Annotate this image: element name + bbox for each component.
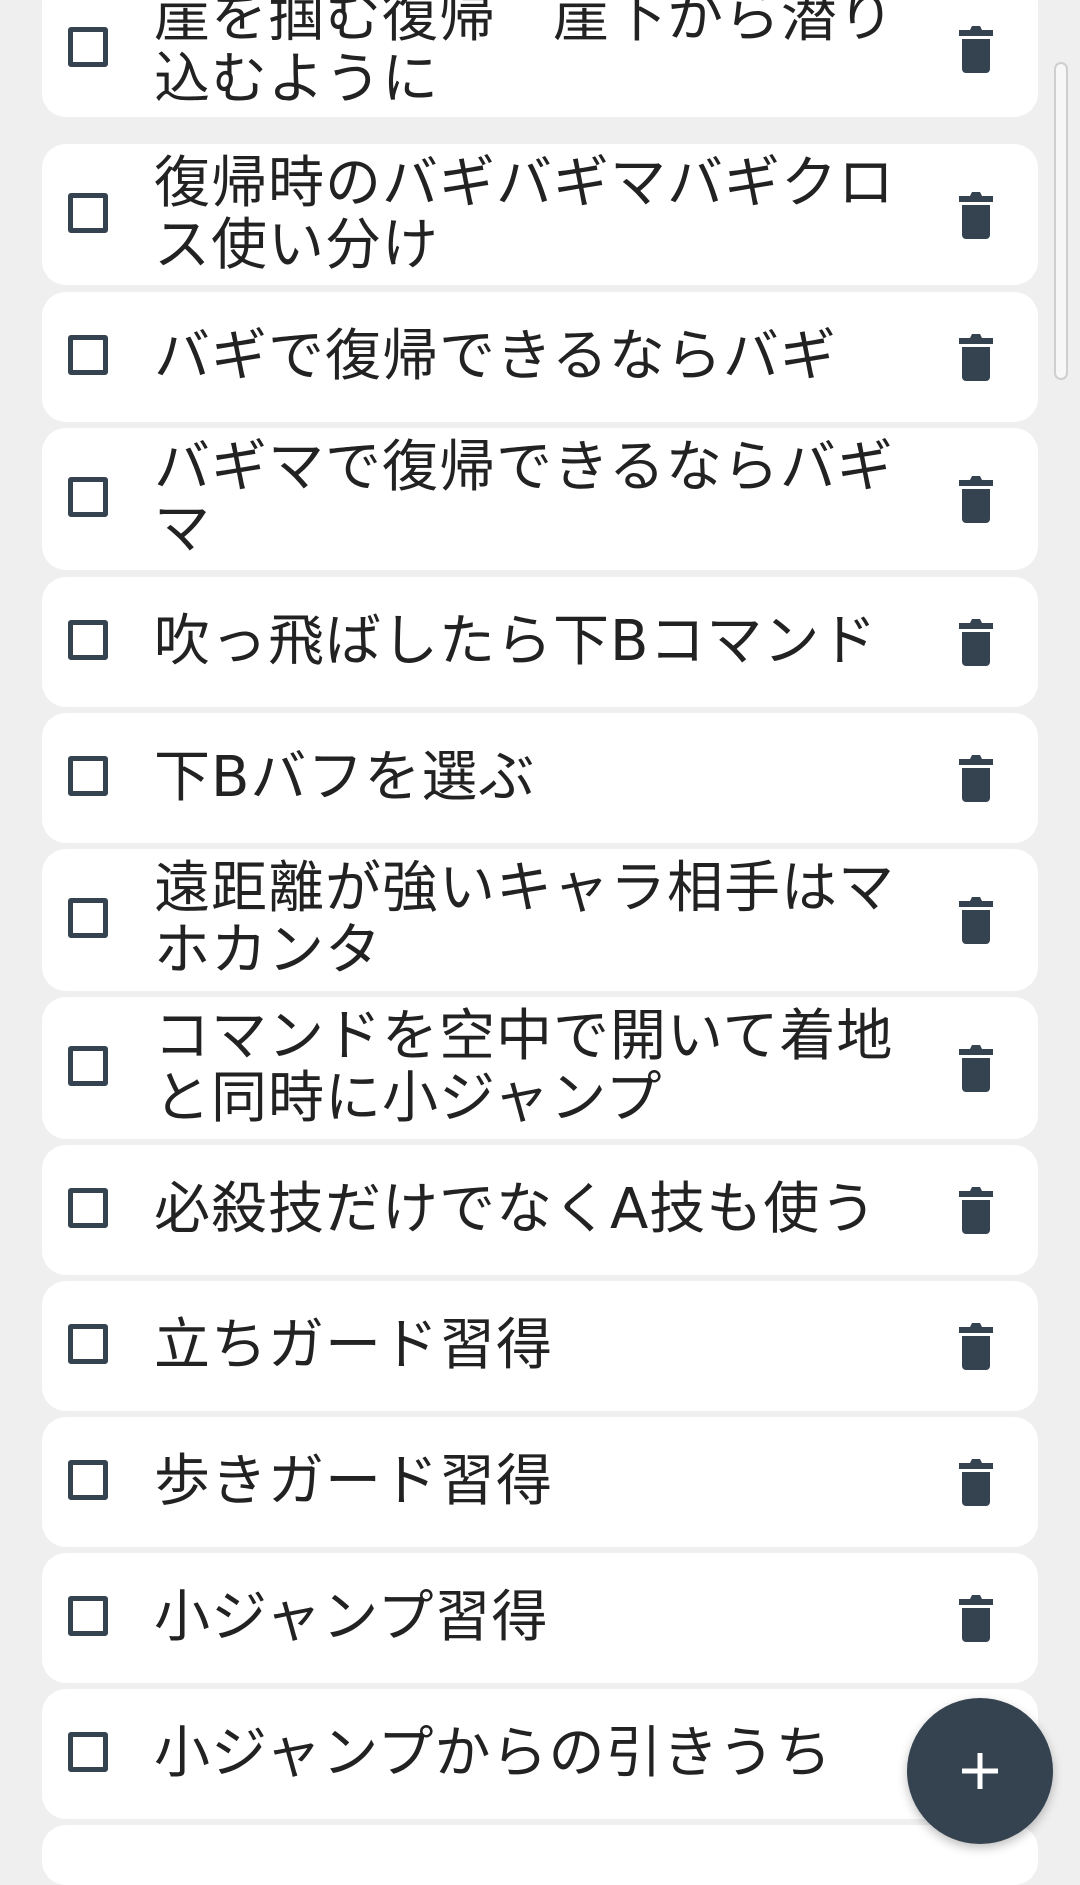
item-label: バギで復帰できるならバギ	[154, 324, 837, 389]
checkbox-icon[interactable]	[68, 26, 108, 67]
list-item-partial[interactable]	[42, 1825, 1038, 1885]
item-label: 復帰時のバギバギマバギクロス使い分け	[154, 150, 895, 278]
list-item[interactable]: 崖を掴む復帰 崖下から潜り込むように	[42, 0, 1038, 117]
item-label: 立ちガード習得	[154, 1313, 553, 1378]
item-label: 小ジャンプからの引きうち	[154, 1721, 833, 1786]
checkbox-icon[interactable]	[68, 1460, 108, 1500]
trash-icon[interactable]	[956, 1042, 996, 1092]
item-label: 歩きガード習得	[154, 1449, 553, 1514]
item-label: 必殺技だけでなくA技も使う	[154, 1177, 878, 1242]
list-item[interactable]: 吹っ飛ばしたら下Bコマンド	[42, 577, 1038, 707]
trash-icon[interactable]	[956, 1456, 996, 1506]
item-label: 小ジャンプ習得	[154, 1585, 549, 1650]
item-label: 遠距離が強いキャラ相手はマホカンタ	[154, 856, 895, 983]
checkbox-icon[interactable]	[68, 1188, 108, 1228]
trash-icon[interactable]	[956, 1184, 996, 1234]
trash-icon[interactable]	[956, 473, 996, 523]
list-item[interactable]: 小ジャンプからの引きうち	[42, 1689, 1038, 1819]
trash-icon[interactable]	[956, 616, 996, 666]
checkbox-icon[interactable]	[68, 1732, 108, 1772]
checkbox-icon[interactable]	[68, 1324, 108, 1364]
list-item[interactable]: 小ジャンプ習得	[42, 1553, 1038, 1683]
checkbox-icon[interactable]	[68, 620, 108, 660]
item-label: 崖を掴む復帰 崖下から潜り込むように	[154, 0, 895, 112]
trash-icon[interactable]	[956, 1320, 996, 1370]
checkbox-icon[interactable]	[68, 335, 108, 375]
list-item[interactable]: 下Bバフを選ぶ	[42, 713, 1038, 843]
checkbox-icon[interactable]	[68, 477, 108, 517]
list-item[interactable]: 必殺技だけでなくA技も使う	[42, 1145, 1038, 1275]
plus-icon	[962, 1753, 998, 1789]
scrollbar[interactable]	[1054, 62, 1068, 380]
item-label: バギマで復帰できるならバギマ	[154, 435, 894, 562]
list-item[interactable]: 立ちガード習得	[42, 1281, 1038, 1411]
trash-icon[interactable]	[956, 752, 996, 802]
trash-icon[interactable]	[956, 331, 996, 381]
checkbox-icon[interactable]	[68, 1596, 108, 1636]
list-item[interactable]: 歩きガード習得	[42, 1417, 1038, 1547]
list-item[interactable]: バギマで復帰できるならバギマ	[42, 428, 1038, 570]
checkbox-icon[interactable]	[68, 1046, 108, 1086]
item-label: コマンドを空中で開いて着地と同時に小ジャンプ	[154, 1004, 894, 1131]
item-label: 吹っ飛ばしたら下Bコマンド	[154, 609, 878, 674]
checkbox-icon[interactable]	[68, 192, 108, 233]
trash-icon[interactable]	[956, 189, 996, 239]
checkbox-icon[interactable]	[68, 756, 108, 796]
trash-icon[interactable]	[956, 23, 996, 73]
item-label: 下Bバフを選ぶ	[154, 745, 536, 810]
trash-icon[interactable]	[956, 1592, 996, 1642]
list-item[interactable]: 遠距離が強いキャラ相手はマホカンタ	[42, 849, 1038, 991]
add-item-button[interactable]	[907, 1698, 1053, 1844]
list-item[interactable]: バギで復帰できるならバギ	[42, 292, 1038, 422]
list-item[interactable]: 復帰時のバギバギマバギクロス使い分け	[42, 144, 1038, 285]
list-item[interactable]: コマンドを空中で開いて着地と同時に小ジャンプ	[42, 997, 1038, 1139]
trash-icon[interactable]	[956, 894, 996, 944]
checkbox-icon[interactable]	[68, 898, 108, 938]
